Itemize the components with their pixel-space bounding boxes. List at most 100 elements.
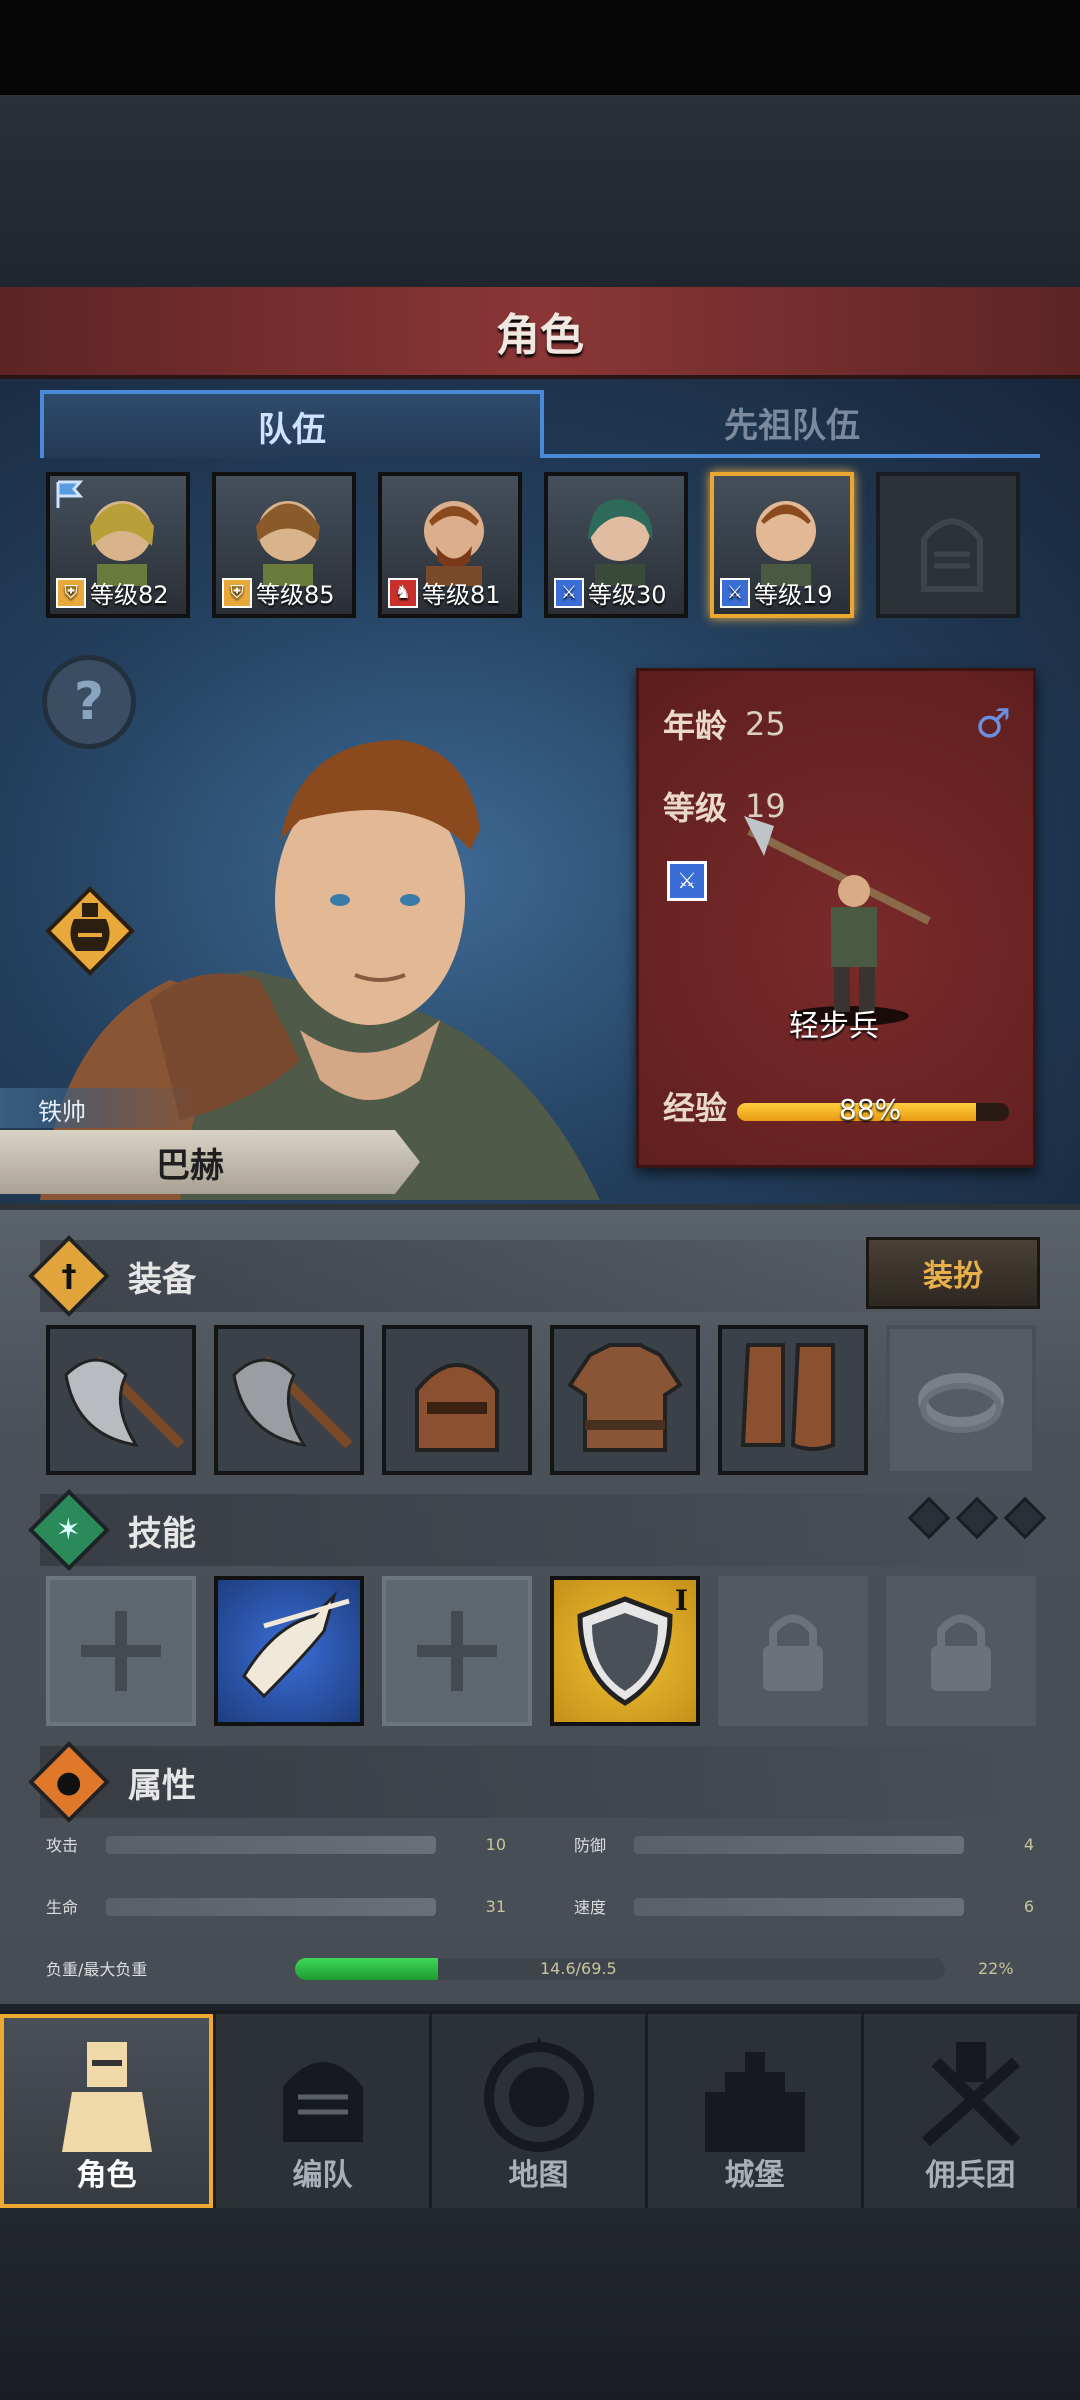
equip-slot-ring[interactable] [886,1325,1036,1475]
dress-up-button[interactable]: 装扮 [866,1237,1040,1309]
skill-slot-shield[interactable]: I [550,1576,700,1726]
ring-icon [918,1373,1004,1433]
attack-label: 攻击 [46,1836,79,1855]
skill-tier: I [674,1584,688,1617]
shield-icon: ⛨ [222,577,252,608]
skill-slot-charge[interactable] [214,1576,364,1726]
skill-slot-empty[interactable] [382,1576,532,1726]
lock-icon [763,1614,823,1691]
horse-charge-icon [242,1590,350,1699]
page-title: 角色 [496,310,584,361]
roster-slot-5-selected[interactable]: ⚔ 等级19 [710,472,854,618]
hero-title: 铁帅 [0,1088,200,1128]
stat-hp: 生命 31 [46,1886,506,1926]
lock-icon [931,1614,991,1691]
load-percent-text: 22% [978,1958,1014,1978]
skill-slot-locked[interactable] [886,1576,1036,1726]
helmet-icon [282,2062,363,2142]
load-bar-fill [295,1958,438,1980]
hp-value: 31 [485,1896,506,1916]
roster-slot-4[interactable]: ⚔ 等级30 [544,472,688,618]
roster-slot-3[interactable]: ♞ 等级81 [378,472,522,618]
equip-slot-offhand[interactable] [214,1325,364,1475]
gem-icon [1003,1496,1047,1540]
axe-icon [64,1356,185,1449]
equipment-slots [46,1325,1040,1475]
skill-slot-empty[interactable] [46,1576,196,1726]
level-label: 等级 [663,789,728,827]
nav-castle[interactable]: 城堡 [648,2014,864,2208]
nav-character[interactable]: 角色 [0,2014,216,2208]
equip-slot-feet[interactable] [718,1325,868,1475]
skill-points [907,1496,1047,1540]
hero-name: 巴赫 [156,1145,224,1186]
equip-slot-weapon[interactable] [46,1325,196,1475]
light-infantry-icon [744,816,931,1026]
tab-team[interactable]: 队伍 [40,390,544,458]
load-text: 14.6/69.5 [540,1958,617,1978]
equip-slot-body[interactable] [550,1325,700,1475]
compass-icon [483,2037,594,2152]
roster: ⛨ 等级82 ⛨ 等级85 ♞ 等级81 ⚔ 等级30 ⚔ 等级19 [46,472,1036,620]
hero-portrait-icon [756,501,816,586]
shield-icon: ⛨ [56,577,86,608]
male-icon: ♂ [975,701,1011,747]
load-label: 负重/最大负重 [46,1960,148,1979]
speed-label: 速度 [574,1898,607,1917]
equipment-label: 装备 [128,1259,196,1300]
hero-portrait-icon [424,501,484,586]
roster-level: 等级81 [422,581,501,609]
roster-level: 等级85 [256,581,335,609]
horse-icon: ♞ [388,577,418,608]
boots-icon [740,1343,835,1451]
hero-info-card: 年龄 25 ♂ 等级 19 ⚔ 轻步兵 经验 88% [636,668,1036,1168]
roster-slot-1[interactable]: ⛨ 等级82 [46,472,190,618]
attack-value: 10 [485,1834,506,1854]
sword-icon: ⚔ [720,577,750,608]
gem-icon [907,1496,951,1540]
armor-icon [567,1343,683,1452]
stat-defense: 防御 4 [574,1824,1034,1864]
status-bar-area [0,0,1080,95]
axe-icon [232,1356,353,1449]
roster-slot-2[interactable]: ⛨ 等级85 [212,472,356,618]
load-value: 14.6/69.5 [540,1948,617,1988]
nav-mercenary[interactable]: 佣兵团 [864,2014,1080,2208]
hero-portrait-icon [90,501,154,586]
skills-label: 技能 [128,1513,196,1554]
page-header: 角色 [0,287,1080,379]
xp-label: 经验 [663,1089,728,1127]
bottom-nav: 角色 编队 地图 城堡 佣兵团 [0,2010,1080,2208]
speed-value: 6 [1023,1896,1034,1916]
defense-value: 4 [1023,1834,1034,1854]
team-tabs: 队伍 先祖队伍 [40,390,1040,458]
sword-cross-icon: † [27,1234,111,1318]
roster-slot-6-empty[interactable] [876,472,1020,618]
cross-icon [81,1611,161,1691]
helmet-icon [921,518,983,592]
hp-label: 生命 [46,1898,79,1917]
shield-icon [577,1596,673,1706]
tab-ancestor-team[interactable]: 先祖队伍 [544,390,1040,458]
swords-banner-icon [921,2042,1020,2147]
roster-level: 等级19 [754,581,833,609]
skill-slots: I [46,1576,1040,1726]
star-icon: ✶ [27,1488,111,1572]
stat-speed: 速度 6 [574,1886,1034,1926]
hero-name-plate[interactable]: 巴赫 [0,1130,420,1194]
knight-icon [61,2042,152,2152]
skills-header: ✶ 技能 [27,1488,1040,1572]
attributes-label: 属性 [128,1765,196,1806]
hero-portrait-icon [256,501,320,586]
nav-map[interactable]: 地图 [432,2014,648,2208]
age-value: 25 [745,705,786,743]
stat-attack: 攻击 10 [46,1824,506,1864]
nav-formation[interactable]: 编队 [216,2014,432,2208]
skill-slot-locked[interactable] [718,1576,868,1726]
load-bar [295,1958,945,1980]
load-percent: 22% [978,1948,1014,1988]
bottom-backdrop [0,2208,1080,2400]
equip-slot-head[interactable] [382,1325,532,1475]
xp-percent: 88% [839,1093,902,1126]
gem-icon [955,1496,999,1540]
